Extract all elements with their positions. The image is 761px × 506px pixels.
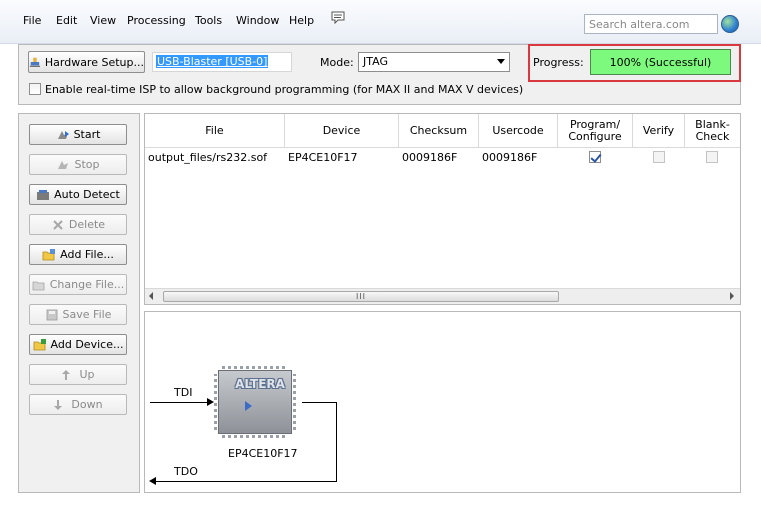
chip-name-label: EP4CE10F17: [228, 447, 298, 460]
menu-file[interactable]: File: [23, 14, 41, 27]
header-checksum[interactable]: Checksum: [399, 114, 479, 148]
menu-processing[interactable]: Processing: [127, 14, 186, 27]
chevron-down-icon: [497, 59, 505, 64]
hardware-setup-label: Hardware Setup...: [44, 55, 144, 69]
folder-add-icon: [42, 248, 56, 260]
add-file-label: Add File...: [60, 248, 114, 261]
change-file-icon: [32, 281, 45, 290]
change-file-button[interactable]: Change File...: [29, 274, 127, 295]
save-file-label: Save File: [62, 308, 112, 321]
device-table: File Device Checksum Usercode Program/ C…: [144, 113, 741, 305]
mode-label: Mode:: [320, 56, 354, 69]
mode-select[interactable]: JTAG: [358, 52, 510, 72]
header-device[interactable]: Device: [285, 114, 399, 148]
device-add-icon: [33, 338, 46, 350]
delete-icon: [53, 219, 63, 230]
menu-view[interactable]: View: [90, 14, 116, 27]
menu-help[interactable]: Help: [289, 14, 314, 27]
verify-checkbox[interactable]: [653, 151, 665, 163]
save-icon: [46, 309, 57, 320]
arrow-down-icon: [54, 399, 63, 410]
progress-value: 100% (Successful): [609, 55, 712, 69]
isp-label: Enable real-time ISP to allow background…: [45, 83, 524, 96]
menu-bar: File Edit View Processing Tools Window H…: [0, 0, 761, 44]
isp-checkbox[interactable]: [29, 83, 41, 95]
speech-bubble-icon[interactable]: [330, 11, 346, 25]
blank-check-checkbox[interactable]: [706, 151, 718, 163]
header-blank-check[interactable]: Blank- Check: [685, 114, 740, 148]
scroll-left-icon[interactable]: [149, 292, 153, 300]
hardware-field[interactable]: USB-Blaster [USB-0]: [152, 52, 292, 72]
chip-body: ALTERA: [218, 370, 292, 434]
header-program-configure[interactable]: Program/ Configure: [558, 114, 633, 148]
delete-label: Delete: [68, 218, 106, 231]
start-button[interactable]: Start: [29, 124, 127, 145]
chip-pins: [293, 374, 296, 430]
menu-window[interactable]: Window: [236, 14, 279, 27]
program-checkbox[interactable]: [589, 151, 601, 163]
add-file-button[interactable]: Add File...: [29, 244, 127, 265]
play-icon: [245, 401, 252, 411]
tdo-line-top: [302, 402, 337, 403]
arrow-up-icon: [62, 369, 71, 380]
search-input[interactable]: Search altera.com: [584, 14, 718, 34]
tdi-label: TDI: [174, 386, 193, 399]
delete-button[interactable]: Delete: [29, 214, 127, 235]
mode-value: JTAG: [363, 55, 388, 68]
menu-tools[interactable]: Tools: [195, 14, 222, 27]
auto-detect-icon: [37, 189, 50, 200]
stop-icon: [58, 160, 69, 169]
chip-pins: [222, 366, 288, 369]
start-icon: [57, 130, 69, 139]
progress-label: Progress:: [533, 56, 584, 69]
add-device-label: Add Device...: [50, 338, 124, 351]
auto-detect-button[interactable]: Auto Detect: [29, 184, 127, 205]
altera-logo: ALTERA: [235, 377, 285, 391]
down-button[interactable]: Down: [29, 394, 127, 415]
tdo-label: TDO: [174, 465, 198, 478]
tdo-line-vertical: [336, 402, 337, 482]
scroll-grip: III: [355, 292, 367, 301]
scroll-thumb[interactable]: III: [163, 291, 559, 302]
up-button[interactable]: Up: [29, 364, 127, 385]
fpga-chip[interactable]: ALTERA: [214, 366, 296, 438]
stop-label: Stop: [74, 158, 100, 171]
progress-bar: 100% (Successful): [590, 49, 731, 75]
menu-edit[interactable]: Edit: [56, 14, 77, 27]
tdo-line-bottom: [155, 481, 337, 482]
cell-file: output_files/rs232.sof: [148, 151, 268, 164]
save-file-button[interactable]: Save File: [29, 304, 127, 325]
tdi-arrow-icon: [207, 398, 214, 406]
hardware-icon: [29, 57, 41, 67]
auto-detect-label: Auto Detect: [54, 188, 120, 201]
tdi-line: [150, 402, 208, 403]
chip-pins: [222, 435, 288, 438]
header-usercode[interactable]: Usercode: [479, 114, 558, 148]
horizontal-scrollbar[interactable]: III: [145, 288, 740, 304]
down-label: Down: [71, 398, 103, 411]
stop-button[interactable]: Stop: [29, 154, 127, 175]
header-file[interactable]: File: [145, 114, 285, 148]
globe-icon[interactable]: [721, 15, 739, 33]
chip-pins: [214, 374, 217, 430]
header-verify[interactable]: Verify: [633, 114, 685, 148]
start-label: Start: [73, 128, 101, 141]
add-device-button[interactable]: Add Device...: [29, 334, 127, 355]
up-label: Up: [79, 368, 95, 381]
cell-checksum: 0009186F: [402, 151, 458, 164]
cell-device: EP4CE10F17: [288, 151, 358, 164]
cell-usercode: 0009186F: [482, 151, 538, 164]
hardware-setup-button[interactable]: Hardware Setup...: [28, 51, 145, 73]
hardware-value: USB-Blaster [USB-0]: [156, 55, 269, 68]
scroll-right-icon[interactable]: [730, 292, 734, 300]
tdo-arrow-icon: [149, 477, 156, 485]
change-file-label: Change File...: [49, 278, 125, 291]
